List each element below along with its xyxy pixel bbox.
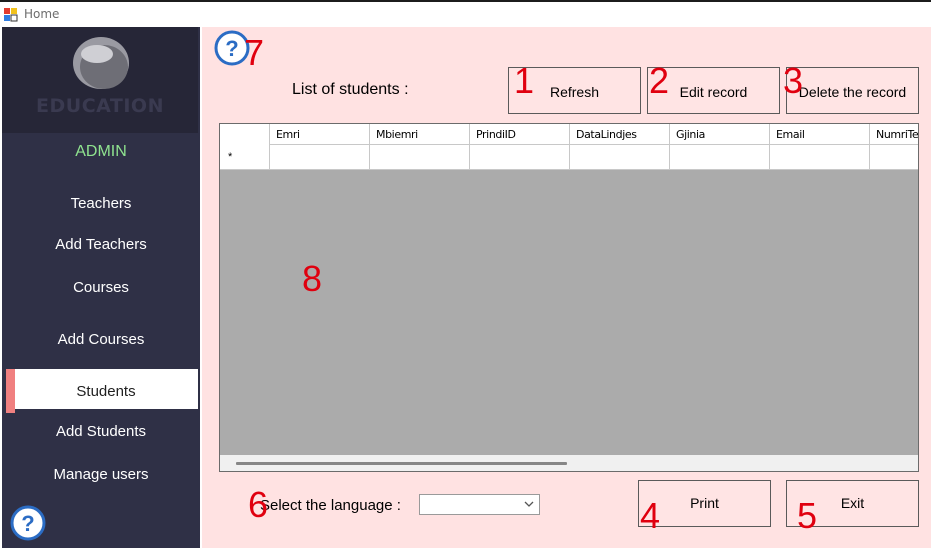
role-label: ADMIN	[75, 143, 127, 160]
column-header-prindi-id[interactable]: PrindiID	[470, 124, 570, 145]
table-row[interactable]: *	[220, 145, 918, 170]
column-header-data-lindjes[interactable]: DataLindjes	[570, 124, 670, 145]
help-icon[interactable]: ?	[10, 505, 46, 541]
new-row-marker: *	[220, 145, 270, 170]
app-icon	[4, 8, 18, 22]
column-header-numri-te[interactable]: NumriTe	[870, 124, 918, 145]
chevron-down-icon	[524, 501, 534, 507]
svg-text:?: ?	[21, 511, 34, 536]
sidebar-item-manage-users[interactable]: Manage users	[2, 466, 200, 483]
sidebar-item-courses[interactable]: Courses	[2, 279, 200, 296]
table-cell[interactable]	[670, 145, 770, 170]
annotation-number-1: 1	[514, 60, 535, 101]
window-title: Home	[24, 7, 60, 21]
column-header-emri[interactable]: Emri	[270, 124, 370, 145]
logo-panel: EDUCATION	[2, 27, 198, 133]
annotation-number-8: 8	[302, 258, 323, 299]
students-grid[interactable]: Emri Mbiemri PrindiID DataLindjes Gjinia…	[219, 123, 919, 472]
annotation-number-2: 2	[649, 60, 670, 101]
horizontal-scrollbar[interactable]	[220, 455, 918, 471]
language-select[interactable]	[419, 494, 540, 515]
sidebar-item-add-students[interactable]: Add Students	[2, 423, 200, 440]
annotation-number-4: 4	[640, 495, 661, 536]
annotation-number-5: 5	[797, 495, 818, 536]
svg-text:?: ?	[225, 36, 238, 61]
column-header-email[interactable]: Email	[770, 124, 870, 145]
table-cell[interactable]	[570, 145, 670, 170]
table-cell[interactable]	[470, 145, 570, 170]
annotation-number-6: 6	[248, 484, 269, 525]
title-bar: Home	[0, 2, 931, 26]
list-title: List of students :	[292, 81, 409, 98]
education-logo-icon	[73, 37, 129, 89]
column-header-gjinia[interactable]: Gjinia	[670, 124, 770, 145]
sidebar-item-teachers[interactable]: Teachers	[2, 195, 200, 212]
sidebar-item-students[interactable]: Students	[8, 383, 204, 400]
table-cell[interactable]	[270, 145, 370, 170]
grid-corner	[220, 124, 270, 145]
logo-text: EDUCATION	[36, 95, 164, 117]
scrollbar-thumb[interactable]	[236, 462, 567, 465]
annotation-number-7: 7	[244, 32, 265, 73]
delete-record-button[interactable]: Delete the record	[786, 67, 919, 114]
sidebar-item-add-teachers[interactable]: Add Teachers	[2, 236, 200, 253]
column-header-mbiemri[interactable]: Mbiemri	[370, 124, 470, 145]
annotation-number-3: 3	[783, 60, 804, 101]
table-cell[interactable]	[870, 145, 918, 170]
table-cell[interactable]	[370, 145, 470, 170]
language-label: Select the language :	[260, 497, 401, 514]
sidebar-item-add-courses[interactable]: Add Courses	[2, 331, 200, 348]
table-cell[interactable]	[770, 145, 870, 170]
grid-header: Emri Mbiemri PrindiID DataLindjes Gjinia…	[220, 124, 918, 145]
